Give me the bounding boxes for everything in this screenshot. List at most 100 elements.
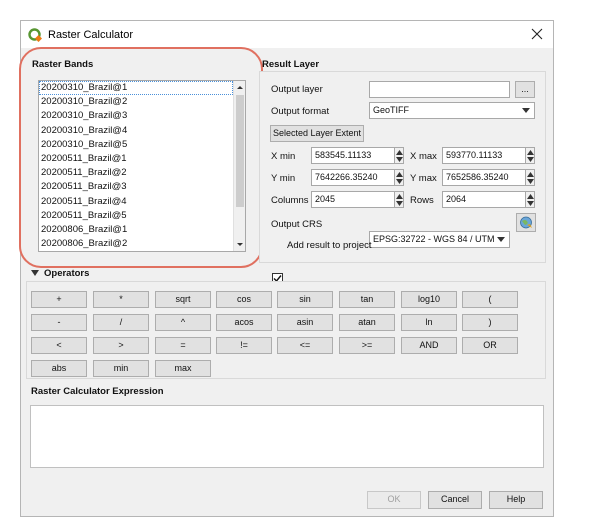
list-item[interactable]: 20200310_Brazil@2 xyxy=(39,95,233,109)
xmax-label: X max xyxy=(410,151,437,162)
columns-stepper[interactable] xyxy=(394,191,404,208)
list-item[interactable]: 20200310_Brazil@5 xyxy=(39,138,233,152)
rows-spinbox[interactable]: 2064 xyxy=(442,191,535,208)
xmin-stepper[interactable] xyxy=(394,147,404,164)
add-result-label: Add result to project xyxy=(287,240,372,251)
step-down-icon[interactable] xyxy=(527,201,534,206)
step-down-icon[interactable] xyxy=(396,179,403,184)
step-up-icon[interactable] xyxy=(396,172,403,177)
scroll-up-icon[interactable] xyxy=(236,83,244,93)
rows-stepper[interactable] xyxy=(525,191,535,208)
raster-bands-list[interactable]: 20200310_Brazil@1 20200310_Brazil@2 202003… xyxy=(38,80,246,252)
output-format-select[interactable]: GeoTIFF xyxy=(369,102,535,119)
columns-spinbox[interactable]: 2045 xyxy=(311,191,404,208)
list-item[interactable]: 20200310_Brazil@1 xyxy=(39,81,233,96)
expression-title: Raster Calculator Expression xyxy=(31,386,164,397)
operators-title: Operators xyxy=(44,268,90,279)
list-item[interactable]: 20200511_Brazil@3 xyxy=(39,180,233,194)
operator-button[interactable]: + xyxy=(31,291,87,308)
step-down-icon[interactable] xyxy=(527,157,534,162)
expression-textarea[interactable] xyxy=(30,405,544,468)
operator-button[interactable]: log10 xyxy=(401,291,457,308)
result-layer-title: Result Layer xyxy=(262,59,320,70)
step-up-icon[interactable] xyxy=(396,150,403,155)
list-item[interactable]: 20200310_Brazil@4 xyxy=(39,124,233,138)
list-item[interactable]: 20200806_Brazil@1 xyxy=(39,223,233,237)
cancel-button[interactable]: Cancel xyxy=(428,491,482,509)
selected-layer-extent-button[interactable]: Selected Layer Extent xyxy=(270,125,364,142)
list-item[interactable]: 20200806_Brazil@2 xyxy=(39,237,233,251)
operator-button[interactable]: abs xyxy=(31,360,87,377)
operator-button[interactable]: >= xyxy=(339,337,395,354)
operator-button[interactable]: / xyxy=(93,314,149,331)
operator-button[interactable]: * xyxy=(93,291,149,308)
operator-button[interactable]: atan xyxy=(339,314,395,331)
operator-button[interactable]: asin xyxy=(277,314,333,331)
operator-button[interactable]: <= xyxy=(277,337,333,354)
list-item[interactable]: 20200511_Brazil@1 xyxy=(39,152,233,166)
output-crs-select[interactable]: EPSG:32722 - WGS 84 / UTM xyxy=(369,231,510,248)
rows-input[interactable]: 2064 xyxy=(442,191,525,208)
ymax-input[interactable]: 7652586.35240 xyxy=(442,169,525,186)
help-button[interactable]: Help xyxy=(489,491,543,509)
xmax-stepper[interactable] xyxy=(525,147,535,164)
close-icon[interactable] xyxy=(529,26,545,42)
list-item[interactable]: 20200511_Brazil@5 xyxy=(39,209,233,223)
operator-button[interactable]: - xyxy=(31,314,87,331)
ok-button[interactable]: OK xyxy=(367,491,421,509)
step-up-icon[interactable] xyxy=(527,194,534,199)
list-item[interactable]: 20200511_Brazil@2 xyxy=(39,166,233,180)
operator-button[interactable]: OR xyxy=(462,337,518,354)
list-scrollbar[interactable] xyxy=(233,81,245,251)
operator-button[interactable]: = xyxy=(155,337,211,354)
step-down-icon[interactable] xyxy=(527,179,534,184)
operator-button[interactable]: ^ xyxy=(155,314,211,331)
columns-input[interactable]: 2045 xyxy=(311,191,394,208)
operator-button[interactable]: ) xyxy=(462,314,518,331)
window-title: Raster Calculator xyxy=(48,28,133,41)
ymin-stepper[interactable] xyxy=(394,169,404,186)
operator-button[interactable]: > xyxy=(93,337,149,354)
step-down-icon[interactable] xyxy=(396,157,403,162)
crs-selector-icon[interactable] xyxy=(516,213,536,232)
qgis-logo-icon xyxy=(28,27,42,42)
chevron-down-icon xyxy=(497,237,505,242)
xmax-spinbox[interactable]: 593770.11133 xyxy=(442,147,535,164)
operator-button[interactable]: acos xyxy=(216,314,272,331)
operator-button[interactable]: ln xyxy=(401,314,457,331)
output-layer-input[interactable] xyxy=(369,81,510,98)
output-crs-label: Output CRS xyxy=(271,219,323,230)
list-item[interactable]: 20200310_Brazil@3 xyxy=(39,109,233,123)
step-down-icon[interactable] xyxy=(396,201,403,206)
operator-button[interactable]: min xyxy=(93,360,149,377)
output-format-label: Output format xyxy=(271,106,330,117)
collapse-arrow-icon[interactable] xyxy=(31,270,39,276)
scroll-thumb[interactable] xyxy=(236,95,244,207)
step-up-icon[interactable] xyxy=(527,150,534,155)
operator-button[interactable]: sqrt xyxy=(155,291,211,308)
operator-button[interactable]: sin xyxy=(277,291,333,308)
operator-button[interactable]: tan xyxy=(339,291,395,308)
operator-button[interactable]: != xyxy=(216,337,272,354)
list-item[interactable]: 20200511_Brazil@4 xyxy=(39,195,233,209)
ymin-input[interactable]: 7642266.35240 xyxy=(311,169,394,186)
browse-button[interactable]: ... xyxy=(515,81,535,98)
xmax-input[interactable]: 593770.11133 xyxy=(442,147,525,164)
ymin-spinbox[interactable]: 7642266.35240 xyxy=(311,169,404,186)
output-layer-label: Output layer xyxy=(271,84,323,95)
xmin-label: X min xyxy=(271,151,296,162)
operator-button[interactable]: AND xyxy=(401,337,457,354)
operator-button[interactable]: max xyxy=(155,360,211,377)
ymax-spinbox[interactable]: 7652586.35240 xyxy=(442,169,535,186)
step-up-icon[interactable] xyxy=(396,194,403,199)
operator-button[interactable]: ( xyxy=(462,291,518,308)
operator-button[interactable]: cos xyxy=(216,291,272,308)
xmin-input[interactable]: 583545.11133 xyxy=(311,147,394,164)
scroll-down-icon[interactable] xyxy=(236,239,244,249)
chevron-down-icon xyxy=(522,108,530,113)
step-up-icon[interactable] xyxy=(527,172,534,177)
xmin-spinbox[interactable]: 583545.11133 xyxy=(311,147,404,164)
operator-button[interactable]: < xyxy=(31,337,87,354)
title-bar: Raster Calculator xyxy=(21,21,553,48)
ymax-stepper[interactable] xyxy=(525,169,535,186)
